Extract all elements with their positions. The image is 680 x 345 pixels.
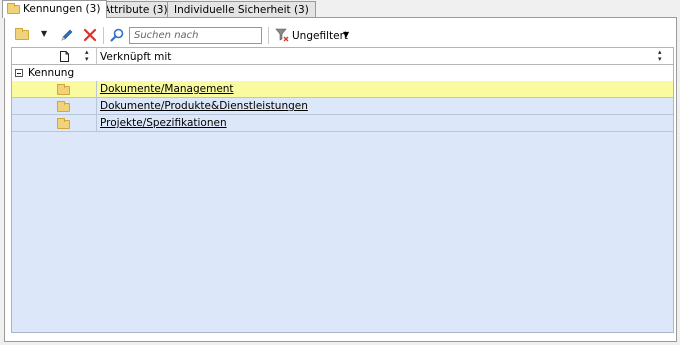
- tab-label: Attribute (3): [103, 4, 168, 16]
- tab-label: Individuelle Sicherheit (3): [174, 4, 309, 16]
- filter-dropdown-label[interactable]: Ungefiltert: [292, 30, 348, 42]
- search-icon[interactable]: [109, 27, 125, 43]
- column-divider: [96, 98, 97, 114]
- filter-icon[interactable]: [275, 28, 289, 42]
- row-link[interactable]: Dokumente/Produkte&Dienstleistungen: [100, 100, 308, 112]
- column-divider: [96, 48, 97, 64]
- group-label: Kennung: [28, 67, 75, 79]
- table-row[interactable]: Dokumente/Produkte&Dienstleistungen: [12, 98, 673, 115]
- chevron-down-icon[interactable]: ▼: [343, 30, 349, 39]
- table-row[interactable]: Projekte/Spezifikationen: [12, 115, 673, 132]
- grid-header: ▴ ▾ Verknüpft mit ▴ ▾: [12, 48, 673, 65]
- folder-icon: [57, 101, 70, 112]
- search-input[interactable]: [129, 27, 262, 44]
- table-row[interactable]: Dokumente/Management: [12, 81, 673, 98]
- sort-icon[interactable]: ▴ ▾: [658, 49, 662, 63]
- tab-kennungen[interactable]: Kennungen (3): [2, 0, 108, 18]
- collapse-icon[interactable]: [15, 69, 23, 77]
- folder-icon: [7, 3, 20, 14]
- tab-label: Kennungen (3): [23, 3, 101, 15]
- chevron-down-icon[interactable]: ▼: [41, 29, 47, 38]
- tab-panel: ▼ Ungefiltert ▼ ▴▾: [4, 17, 677, 342]
- rows: Dokumente/Management Dokumente/Produkte&…: [12, 81, 673, 132]
- row-link[interactable]: Dokumente/Management: [100, 83, 234, 95]
- new-folder-icon[interactable]: [15, 28, 29, 40]
- pencil-icon[interactable]: [59, 27, 75, 43]
- column-header-linked-with[interactable]: Verknüpft mit: [100, 51, 171, 63]
- column-divider: [96, 115, 97, 131]
- row-link[interactable]: Projekte/Spezifikationen: [100, 117, 227, 129]
- group-row[interactable]: Kennung: [12, 65, 673, 81]
- linked-items-grid: ▴ ▾ Verknüpft mit ▴ ▾ Kennung Dokumente/Ma…: [11, 47, 674, 333]
- sort-icon[interactable]: ▴ ▾: [85, 49, 89, 63]
- folder-icon: [57, 84, 70, 95]
- document-icon: [60, 51, 69, 62]
- folder-icon: [57, 118, 70, 129]
- delete-icon[interactable]: [82, 27, 98, 43]
- tab-individuelle-sicherheit[interactable]: Individuelle Sicherheit (3): [167, 1, 316, 17]
- toolbar-separator: [268, 27, 269, 44]
- column-divider: [96, 81, 97, 97]
- tab-attribute[interactable]: Attribute (3): [96, 1, 175, 17]
- toolbar-separator: [103, 27, 104, 44]
- toolbar: ▼ Ungefiltert ▼: [11, 24, 672, 48]
- tab-bar: Kennungen (3) Attribute (3) Individuelle…: [0, 0, 680, 18]
